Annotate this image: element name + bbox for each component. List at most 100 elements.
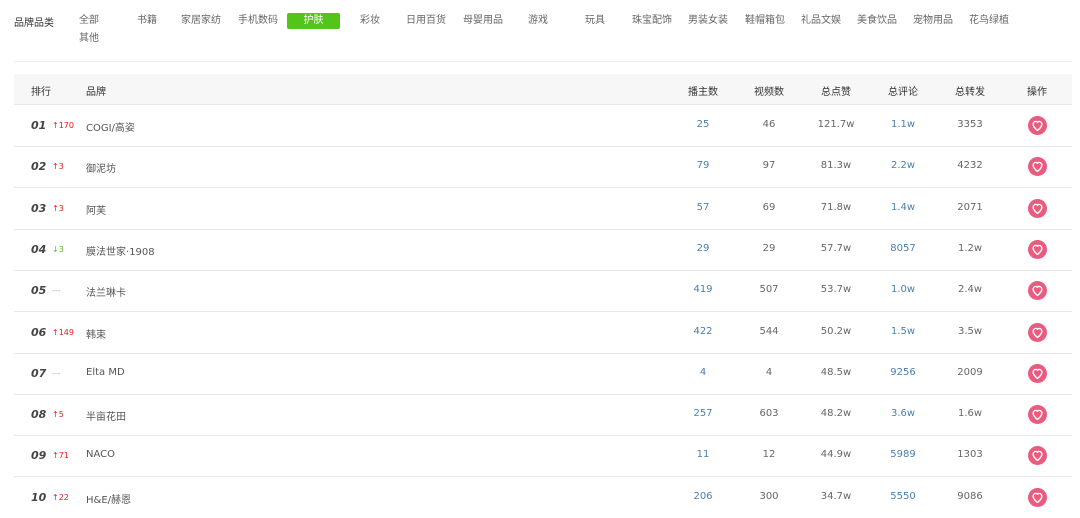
rank-change: ↑22 [52, 492, 69, 502]
rank-number: 08 [31, 408, 47, 422]
header-likes: 总点赞 [821, 87, 851, 98]
brand-name[interactable]: 法兰琳卡 [86, 284, 126, 299]
favorite-button[interactable] [1028, 487, 1047, 507]
comments-value: 1.1w [890, 119, 916, 130]
comments-value: 8057 [890, 242, 916, 254]
comments-value: 1.4w [890, 201, 916, 213]
table-row: 03 ↑3 阿芙 57 69 71.8w 1.4w 2071 [14, 189, 1072, 230]
videos-value: 300 [759, 490, 779, 502]
brand-name[interactable]: COGI/高姿 [86, 119, 135, 134]
rank-number: 01 [31, 119, 47, 132]
shares-value: 4232 [957, 160, 983, 172]
header-action: 操作 [1027, 87, 1047, 98]
category-plants[interactable]: 花鸟绿植 [969, 14, 1009, 28]
streamers-value: 257 [693, 408, 713, 420]
category-makeup[interactable]: 彩妆 [360, 14, 380, 28]
table-row: 09 ↑71 NACO 11 12 44.9w 5989 1303 [14, 436, 1072, 478]
brand-name[interactable]: 半亩花田 [86, 408, 126, 423]
divider [14, 61, 1072, 62]
heart-icon [1032, 203, 1043, 214]
comments-value: 5989 [890, 449, 916, 461]
category-baby[interactable]: 母婴用品 [463, 14, 503, 28]
category-digital[interactable]: 手机数码 [238, 14, 278, 28]
heart-icon [1032, 285, 1043, 297]
likes-value: 48.2w [820, 408, 852, 420]
shares-value: 2.4w [957, 284, 983, 296]
favorite-button[interactable] [1028, 239, 1047, 259]
heart-icon [1032, 244, 1043, 255]
favorite-button[interactable] [1028, 281, 1047, 301]
brand-name[interactable]: 韩束 [86, 326, 106, 341]
category-home-textile[interactable]: 家居家纺 [181, 14, 221, 28]
rank-change: ↑71 [52, 451, 69, 461]
rank-change: ↑170 [52, 121, 74, 130]
rank-number: 02 [31, 160, 47, 174]
category-bags[interactable]: 鞋帽箱包 [745, 14, 785, 28]
category-skincare[interactable]: 护肤 [287, 13, 340, 29]
rank-change: --- [52, 286, 61, 296]
header-shares: 总转发 [955, 87, 985, 98]
heart-icon [1032, 162, 1043, 173]
category-clothing[interactable]: 男装女装 [688, 14, 728, 28]
comments-value: 5550 [890, 490, 916, 502]
likes-value: 121.7w [817, 119, 855, 130]
likes-value: 44.9w [820, 449, 852, 461]
likes-value: 48.5w [820, 366, 852, 378]
shares-value: 9086 [957, 490, 983, 502]
category-other[interactable]: 其他 [79, 32, 99, 46]
category-jewelry[interactable]: 珠宝配饰 [632, 14, 672, 28]
videos-value: 4 [765, 366, 773, 378]
brand-name[interactable]: 御泥坊 [86, 160, 116, 175]
favorite-button[interactable] [1028, 405, 1047, 425]
streamers-value: 25 [696, 119, 710, 130]
header-brand: 品牌 [86, 87, 106, 98]
heart-icon [1032, 327, 1043, 338]
favorite-button[interactable] [1028, 116, 1047, 135]
likes-value: 50.2w [820, 325, 852, 337]
table-row: 06 ↑149 韩束 422 544 50.2w 1.5w 3.5w [14, 313, 1072, 354]
category-gifts[interactable]: 礼品文娱 [801, 14, 841, 28]
favorite-button[interactable] [1028, 198, 1047, 218]
heart-icon [1032, 451, 1043, 462]
brand-name[interactable]: Elta MD [86, 367, 125, 378]
likes-value: 53.7w [820, 284, 852, 296]
rank-number: 09 [31, 449, 47, 463]
favorite-button[interactable] [1028, 157, 1047, 177]
category-label: 品牌品类 [14, 18, 54, 29]
streamers-value: 57 [696, 201, 710, 213]
category-toys[interactable]: 玩具 [585, 14, 605, 28]
shares-value: 1303 [957, 449, 983, 461]
category-food[interactable]: 美食饮品 [857, 14, 897, 28]
streamers-value: 29 [696, 242, 710, 254]
category-games[interactable]: 游戏 [528, 14, 548, 28]
videos-value: 544 [759, 325, 779, 337]
videos-value: 29 [762, 242, 776, 254]
header-rank: 排行 [31, 87, 51, 98]
likes-value: 81.3w [820, 160, 852, 172]
videos-value: 12 [762, 449, 776, 461]
videos-value: 507 [759, 284, 779, 296]
rank-change: ↑3 [52, 162, 64, 172]
brand-name[interactable]: 阿芙 [86, 202, 106, 217]
favorite-button[interactable] [1028, 446, 1047, 466]
category-all[interactable]: 全部 [79, 14, 99, 28]
category-pets[interactable]: 宠物用品 [913, 14, 953, 28]
brand-name[interactable]: 膜法世家·1908 [86, 243, 155, 258]
shares-value: 1.6w [957, 408, 983, 420]
comments-value: 1.5w [890, 325, 916, 337]
streamers-value: 419 [693, 284, 713, 296]
comments-value: 2.2w [890, 160, 916, 172]
rank-change: ↑5 [52, 410, 64, 420]
heart-icon [1032, 120, 1043, 132]
brand-name[interactable]: H&E/赫恩 [86, 491, 131, 506]
rank-number: 10 [31, 490, 47, 504]
table-row: 02 ↑3 御泥坊 79 97 81.3w 2.2w 4232 [14, 147, 1072, 189]
header-videos: 视频数 [754, 87, 784, 98]
favorite-button[interactable] [1028, 322, 1047, 342]
brand-name[interactable]: NACO [86, 449, 115, 460]
category-daily-goods[interactable]: 日用百货 [406, 14, 446, 28]
category-books[interactable]: 书籍 [137, 14, 157, 28]
favorite-button[interactable] [1028, 363, 1047, 383]
comments-value: 3.6w [890, 408, 916, 420]
table-row: 10 ↑22 H&E/赫恩 206 300 34.7w 5550 9086 [14, 478, 1072, 518]
